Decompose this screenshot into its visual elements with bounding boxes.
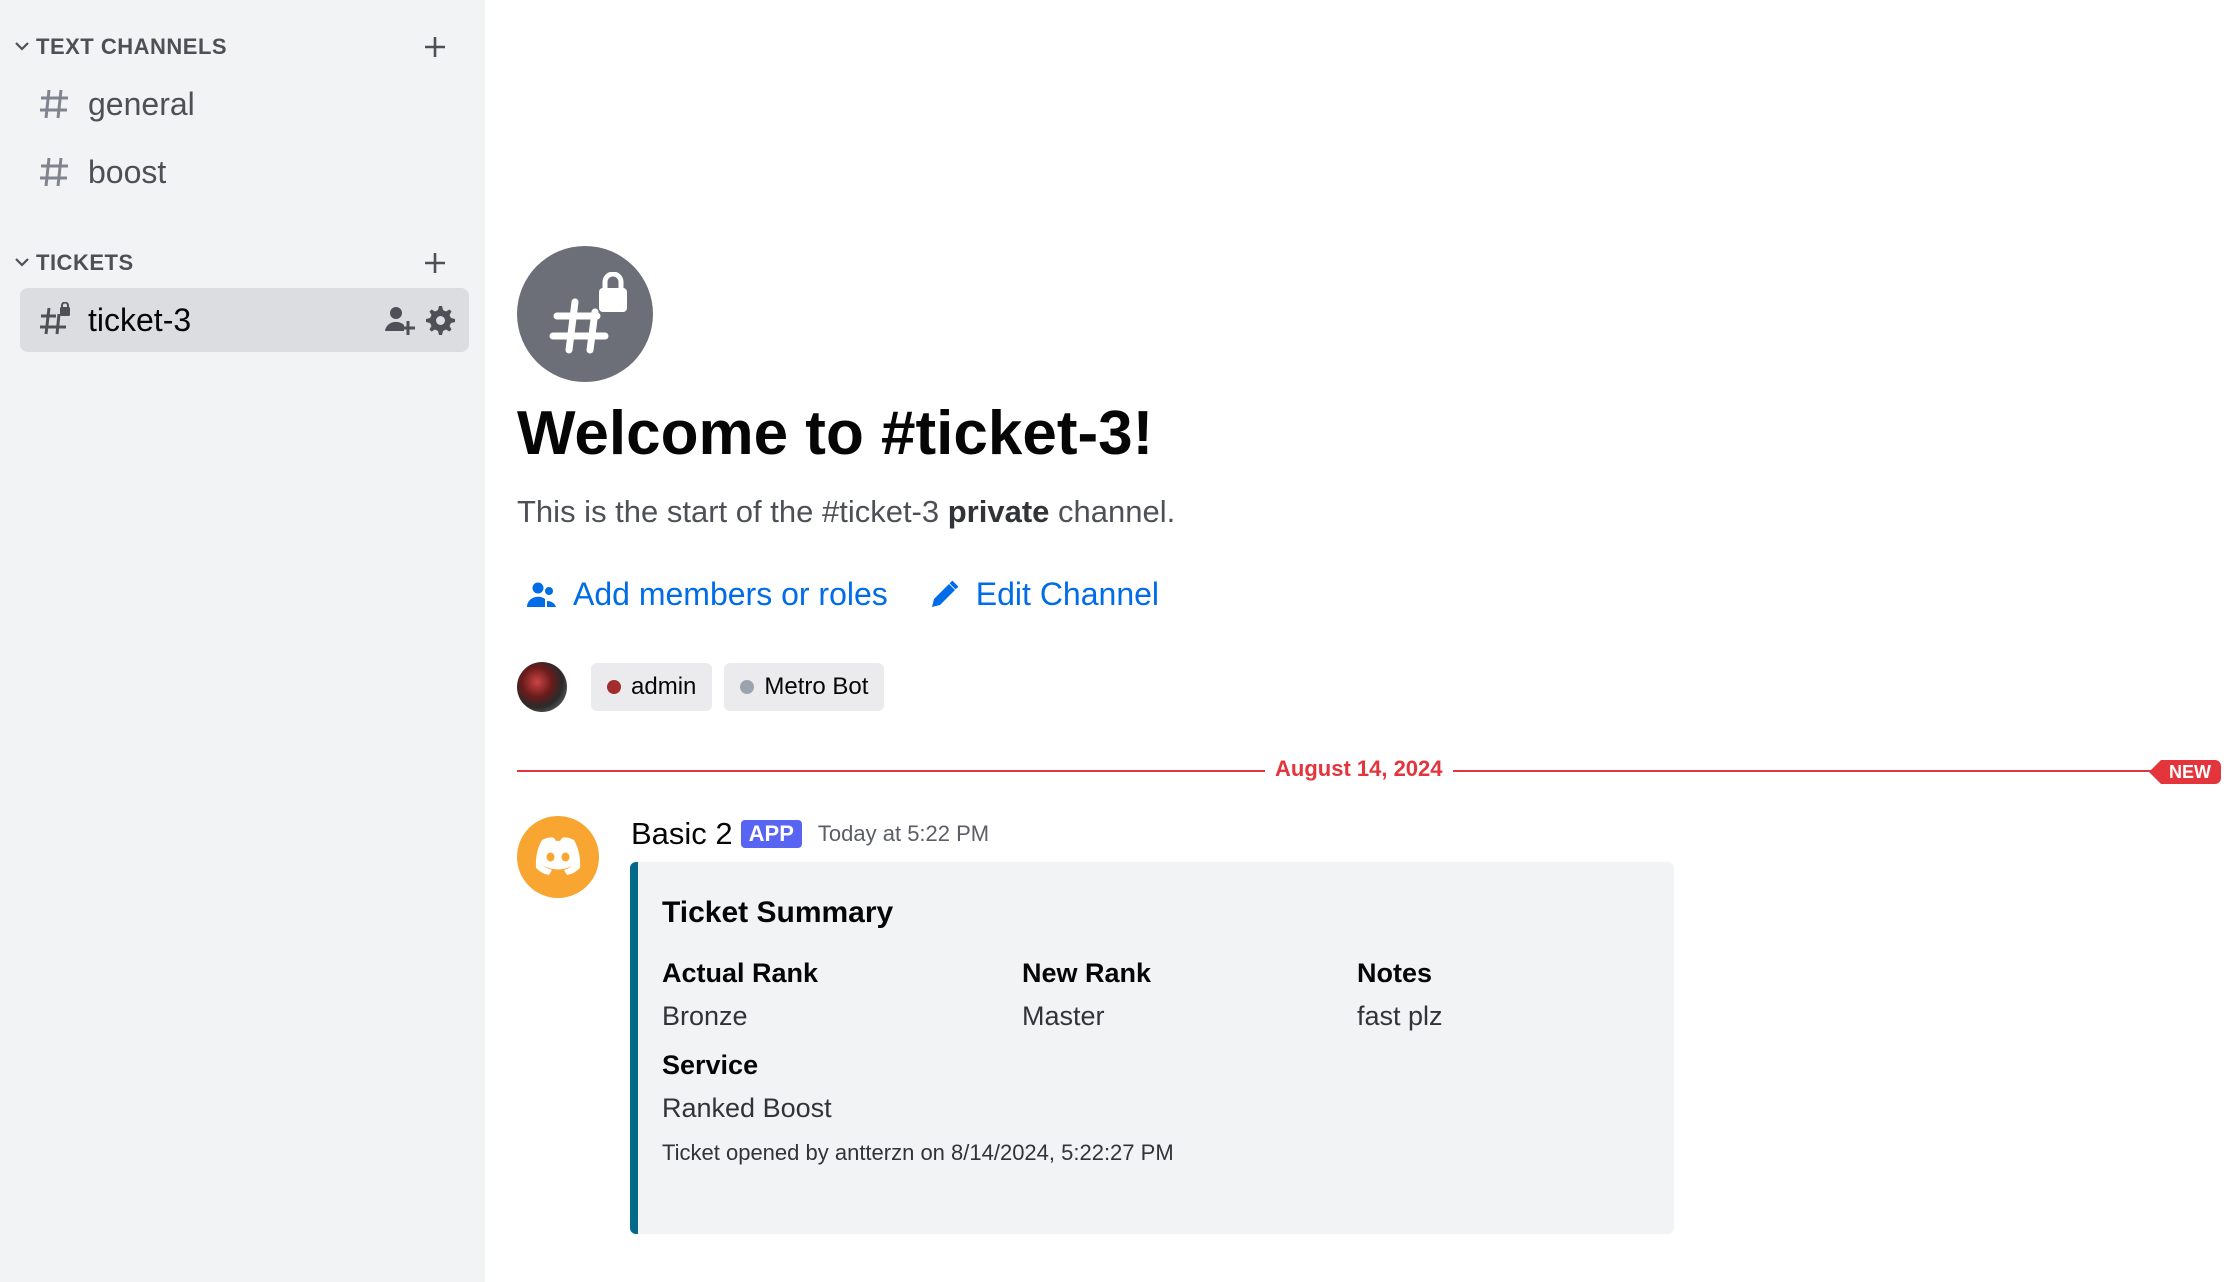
embed-field-service: Service Ranked Boost bbox=[662, 1050, 832, 1124]
chevron-down-icon bbox=[15, 42, 29, 51]
category-label: TICKETS bbox=[36, 250, 134, 275]
ticket-embed: Ticket Summary Actual Rank Bronze New Ra… bbox=[630, 862, 1674, 1234]
channel-label: general bbox=[88, 85, 195, 122]
embed-footer: Ticket opened by antterzn on 8/14/2024, … bbox=[662, 1140, 1174, 1165]
hash-icon bbox=[40, 157, 68, 187]
new-badge: NEW bbox=[2149, 760, 2221, 784]
welcome-sub-pre: This is the start of the #ticket-3 bbox=[517, 494, 948, 529]
private-hash-icon bbox=[549, 272, 627, 354]
pencil-icon bbox=[931, 580, 959, 607]
channel-avatar bbox=[517, 246, 653, 382]
welcome-sub-bold: private bbox=[947, 494, 1050, 529]
edit-channel-button[interactable]: Edit Channel bbox=[928, 576, 1159, 613]
category-label: TEXT CHANNELS bbox=[36, 34, 228, 59]
channel-item-ticket-3[interactable]: ticket-3 bbox=[20, 288, 469, 352]
divider-date: August 14, 2024 bbox=[1265, 756, 1453, 782]
channel-item-boost[interactable]: boost bbox=[20, 140, 469, 204]
add-member-icon bbox=[526, 582, 556, 607]
field-name: Notes bbox=[1357, 958, 1433, 988]
invite-member-icon[interactable] bbox=[382, 303, 416, 337]
category-tickets[interactable]: TICKETS bbox=[0, 238, 485, 288]
role-color-dot bbox=[607, 680, 621, 694]
welcome-actions: Add members or roles Edit Channel bbox=[525, 576, 1199, 613]
welcome-subtitle: This is the start of the #ticket-3 priva… bbox=[517, 494, 1175, 530]
private-hash-icon bbox=[40, 302, 70, 335]
role-color-dot bbox=[740, 680, 755, 694]
field-value: Ranked Boost bbox=[662, 1093, 832, 1123]
role-pill-admin[interactable]: admin bbox=[591, 663, 713, 711]
gear-icon[interactable] bbox=[422, 303, 456, 337]
channel-label: ticket-3 bbox=[88, 301, 192, 338]
embed-title: Ticket Summary bbox=[662, 896, 894, 929]
field-name: New Rank bbox=[1022, 958, 1152, 988]
embed-field-actual-rank: Actual Rank Bronze bbox=[662, 958, 818, 1032]
embed-field-notes: Notes fast plz bbox=[1357, 958, 1443, 1032]
role-pill-metro-bot[interactable]: Metro Bot bbox=[724, 663, 885, 711]
field-value: Master bbox=[1022, 1001, 1105, 1031]
channel-sidebar: TEXT CHANNELS general boost TICKETS tick… bbox=[0, 0, 485, 1282]
message-timestamp: Today at 5:22 PM bbox=[817, 821, 990, 846]
role-name: Metro Bot bbox=[764, 673, 869, 700]
field-value: fast plz bbox=[1357, 1001, 1443, 1031]
chevron-down-icon bbox=[15, 258, 29, 267]
channel-members: admin Metro Bot bbox=[517, 662, 896, 712]
message-header: Basic 2 APP Today at 5:22 PM bbox=[631, 816, 989, 852]
avatar[interactable] bbox=[517, 662, 567, 712]
field-value: Bronze bbox=[662, 1001, 748, 1031]
hash-icon bbox=[40, 89, 68, 119]
add-members-button[interactable]: Add members or roles bbox=[525, 576, 888, 613]
add-members-label: Add members or roles bbox=[573, 576, 888, 612]
welcome-sub-post: channel. bbox=[1049, 494, 1176, 529]
edit-channel-label: Edit Channel bbox=[975, 576, 1160, 612]
channel-label: boost bbox=[88, 153, 167, 190]
field-name: Service bbox=[662, 1050, 759, 1080]
create-channel-plus-icon[interactable] bbox=[420, 32, 450, 62]
create-channel-plus-icon[interactable] bbox=[420, 248, 450, 278]
chat-area: Welcome to #ticket-3! This is the start … bbox=[485, 0, 2234, 1282]
discord-logo-icon bbox=[535, 837, 581, 875]
app-badge: APP bbox=[740, 820, 802, 848]
message-author[interactable]: Basic 2 bbox=[631, 816, 733, 852]
bot-avatar[interactable] bbox=[517, 816, 599, 898]
category-text-channels[interactable]: TEXT CHANNELS bbox=[0, 22, 485, 72]
role-name: admin bbox=[631, 673, 697, 700]
channel-item-general[interactable]: general bbox=[20, 72, 469, 136]
field-name: Actual Rank bbox=[662, 958, 819, 988]
embed-field-new-rank: New Rank Master bbox=[1022, 958, 1151, 1032]
welcome-title: Welcome to #ticket-3! bbox=[517, 399, 1154, 468]
